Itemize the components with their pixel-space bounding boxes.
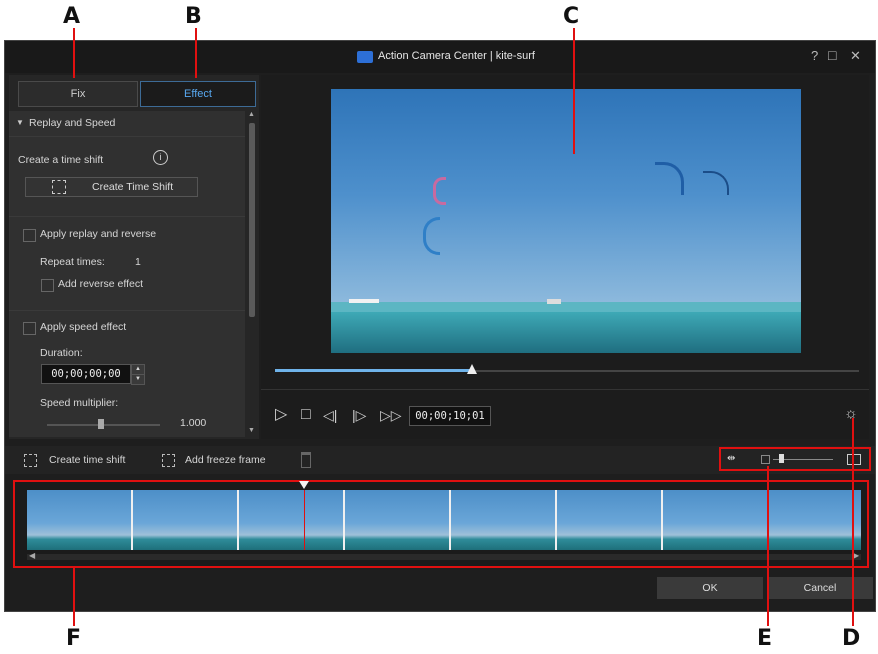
time-shift-icon xyxy=(52,180,66,194)
panel-scrollbar[interactable]: ▲ ▼ xyxy=(247,111,257,437)
duration-input[interactable]: 00;00;00;00 xyxy=(41,364,131,384)
freeze-frame-icon[interactable] xyxy=(162,454,175,467)
kite-pink xyxy=(433,177,446,205)
thumbnail-frame xyxy=(663,490,861,550)
divider xyxy=(261,389,869,390)
callout-a: A xyxy=(63,4,81,29)
stop-icon[interactable]: □ xyxy=(301,407,311,423)
callout-b-line xyxy=(195,28,197,78)
timecode-display[interactable]: 00;00;10;01 xyxy=(409,406,491,426)
maximize-icon[interactable]: □ xyxy=(828,47,836,63)
fast-forward-icon[interactable]: ▷▷ xyxy=(380,407,402,423)
callout-b: B xyxy=(185,4,202,29)
replay-checkbox[interactable] xyxy=(23,229,36,242)
duration-label: Duration: xyxy=(40,347,83,359)
sea-horizon xyxy=(331,302,801,312)
thumbnail-strip[interactable] xyxy=(27,490,861,550)
create-time-shift-button-label: Create Time Shift xyxy=(92,181,174,193)
divider xyxy=(9,136,245,137)
speed-multiplier-value[interactable]: 1.000 xyxy=(180,417,206,429)
timeline-scrollbar[interactable] xyxy=(27,554,861,560)
create-time-shift-link[interactable]: Create time shift xyxy=(49,454,125,466)
fit-timeline-icon[interactable]: ⇹ xyxy=(727,453,735,464)
preview-area: ▷ □ ◁| |▷ ▷▷ 00;00;10;01 ☼ xyxy=(261,75,869,439)
timeline-playhead-marker[interactable] xyxy=(299,481,309,489)
help-icon[interactable]: ? xyxy=(811,48,818,63)
timeline-toolbar: Create time shift Add freeze frame ⇹ xyxy=(5,446,875,474)
thumbnail-frame xyxy=(345,490,451,550)
main-window: Action Camera Center | kite-surf ? □ ✕ F… xyxy=(4,40,876,612)
scroll-down-icon[interactable]: ▼ xyxy=(248,427,255,434)
callout-d: D xyxy=(842,626,861,651)
trash-icon[interactable] xyxy=(301,452,311,468)
tab-fix[interactable]: Fix xyxy=(18,81,138,107)
speed-multiplier-label: Speed multiplier: xyxy=(40,397,119,409)
speed-slider-handle[interactable] xyxy=(98,419,104,429)
zoom-in-icon[interactable] xyxy=(847,454,861,465)
ok-button[interactable]: OK xyxy=(657,577,763,599)
collapse-arrow-icon[interactable]: ▼ xyxy=(16,118,24,127)
timeline-strip[interactable]: ◀ ▶ xyxy=(13,480,869,568)
apply-replay-label: Apply replay and reverse xyxy=(40,228,157,240)
kite-blue-left xyxy=(423,217,440,255)
scroll-up-icon[interactable]: ▲ xyxy=(248,111,255,118)
next-frame-icon[interactable]: |▷ xyxy=(352,407,366,423)
time-shift-icon[interactable] xyxy=(24,454,37,467)
callout-a-line xyxy=(73,28,75,78)
stepper-down-icon[interactable]: ▼ xyxy=(131,374,145,385)
callout-e: E xyxy=(757,626,773,651)
info-icon[interactable]: i xyxy=(153,150,168,165)
app-logo-icon xyxy=(357,51,373,63)
callout-e-line xyxy=(767,466,769,626)
timeline-playhead-line xyxy=(304,490,305,550)
scroll-left-icon[interactable]: ◀ xyxy=(29,551,35,560)
thumbnail-frame xyxy=(133,490,239,550)
section-title: Replay and Speed xyxy=(29,117,116,129)
thumbnail-frame xyxy=(27,490,133,550)
playback-progress xyxy=(275,369,471,372)
callout-f: F xyxy=(66,626,82,651)
playback-handle[interactable] xyxy=(467,364,477,374)
video-preview[interactable] xyxy=(331,89,801,353)
add-reverse-label: Add reverse effect xyxy=(58,278,144,290)
boats xyxy=(349,299,379,303)
speed-checkbox[interactable] xyxy=(23,322,36,335)
divider xyxy=(9,216,245,217)
repeat-times-value[interactable]: 1 xyxy=(135,256,141,268)
reverse-checkbox[interactable] xyxy=(41,279,54,292)
callout-d-line xyxy=(852,418,854,626)
cancel-button[interactable]: Cancel xyxy=(767,577,873,599)
repeat-times-label: Repeat times: xyxy=(40,256,105,268)
apply-speed-label: Apply speed effect xyxy=(40,321,127,333)
kite-blue-right xyxy=(655,162,684,195)
left-panel: Fix Effect ▼ Replay and Speed Create a t… xyxy=(9,75,259,439)
settings-gear-icon[interactable]: ☼ xyxy=(844,406,858,422)
divider xyxy=(9,310,245,311)
sea xyxy=(331,312,801,353)
thumbnail-frame xyxy=(451,490,557,550)
previous-frame-icon[interactable]: ◁| xyxy=(323,407,337,423)
callout-c-line xyxy=(573,28,575,154)
thumbnail-frame xyxy=(239,490,345,550)
effect-settings: ▼ Replay and Speed Create a time shift i… xyxy=(9,111,245,437)
close-icon[interactable]: ✕ xyxy=(850,48,861,64)
zoom-out-icon[interactable] xyxy=(761,455,770,464)
callout-c: C xyxy=(563,4,580,29)
play-icon[interactable]: ▷ xyxy=(275,407,287,423)
create-time-shift-button[interactable]: Create Time Shift xyxy=(25,177,198,197)
add-freeze-frame-link[interactable]: Add freeze frame xyxy=(185,454,266,466)
scrollbar-thumb[interactable] xyxy=(249,123,255,317)
title-bar: Action Camera Center | kite-surf ? □ ✕ xyxy=(5,41,875,73)
kite-far-right xyxy=(703,171,729,195)
time-shift-label: Create a time shift xyxy=(18,154,104,166)
kiter xyxy=(547,299,561,304)
callout-f-line xyxy=(73,568,75,626)
tab-effect[interactable]: Effect xyxy=(140,81,256,107)
window-title: Action Camera Center | kite-surf xyxy=(378,50,535,62)
zoom-slider-handle[interactable] xyxy=(779,454,784,463)
thumbnail-frame xyxy=(557,490,663,550)
zoom-controls: ⇹ xyxy=(719,447,871,471)
